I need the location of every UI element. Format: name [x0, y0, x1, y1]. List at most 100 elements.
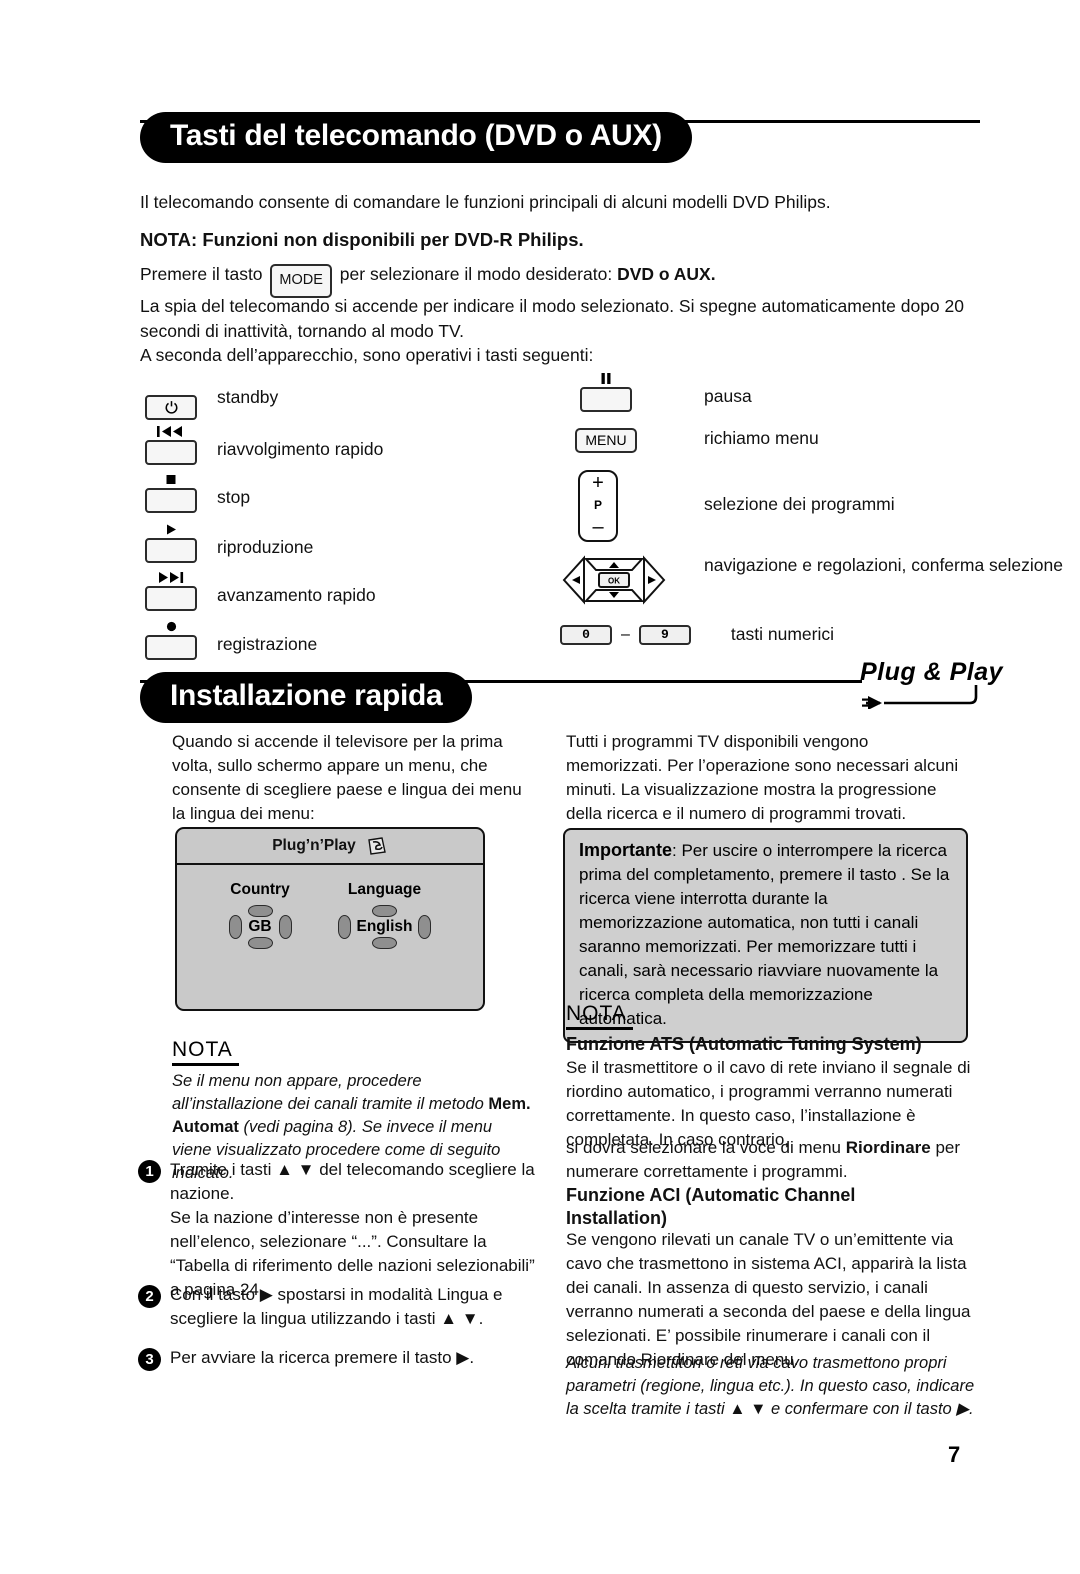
- step-text-1: Tramite i tasti ▲ ▼ del telecomando sceg…: [170, 1160, 535, 1299]
- step-bullet-3: 3: [138, 1348, 161, 1371]
- section-title-remote-keys: Tasti del telecomando (DVD o AUX): [140, 112, 692, 163]
- step-text-2: Con il tasto ▶ spostarsi in modalità Lin…: [170, 1285, 503, 1328]
- p-label: P: [593, 498, 602, 512]
- numeric-key-9[interactable]: 9: [638, 624, 691, 645]
- key-label: richiamo menu: [704, 428, 819, 448]
- nota-bold-line: NOTA: Funzioni non disponibili per DVD-R…: [140, 229, 584, 250]
- power-icon: [165, 401, 177, 414]
- stop-key[interactable]: [135, 471, 207, 513]
- minus-icon: –: [592, 516, 604, 538]
- keys-intro-paragraph: A seconda dell’apparecchio, sono operati…: [140, 345, 594, 365]
- screen-columns: Country GB Language English: [177, 865, 483, 949]
- left-arrow-lens-icon[interactable]: [228, 915, 242, 939]
- up-arrow-lens-icon[interactable]: [371, 905, 397, 917]
- key-label: stop: [217, 487, 251, 507]
- plug-and-play-label: Plug & Play: [860, 658, 1004, 686]
- mode-instruction-line: Premere il tasto MODE per selezionare il…: [140, 262, 1000, 298]
- stop-icon: [165, 471, 178, 488]
- ats-paragraph-b: si dovrà selezionare la voce di menu Rio…: [566, 1136, 984, 1184]
- language-column: Language English: [337, 881, 432, 949]
- ats-text-pre: si dovrà selezionare la voce di menu: [566, 1138, 846, 1157]
- mode-line-bold: DVD o AUX.: [617, 264, 716, 284]
- pages-icon: [367, 837, 386, 855]
- plug-n-play-screen: Plug’n’Play Country GB Language English: [175, 827, 485, 1011]
- nota-heading-left: NOTA: [172, 1038, 239, 1066]
- mode-key[interactable]: MODE: [270, 264, 332, 298]
- mode-line-mid: per selezionare il modo desiderato:: [339, 264, 613, 284]
- key-label: tasti numerici: [730, 624, 834, 644]
- quick-install-left-intro: Quando si accende il televisore per la p…: [172, 732, 522, 823]
- down-arrow-lens-icon[interactable]: [371, 937, 397, 949]
- right-arrow-lens-icon[interactable]: [418, 915, 432, 939]
- key-label: selezione dei programmi: [704, 494, 895, 514]
- mode-line-pre: Premere il tasto: [140, 264, 263, 284]
- left-arrow-lens-icon[interactable]: [337, 915, 351, 939]
- range-dash: –: [621, 625, 630, 643]
- down-arrow-lens-icon[interactable]: [247, 937, 273, 949]
- numeric-key-0[interactable]: 0: [560, 624, 612, 645]
- language-label: Language: [347, 881, 422, 898]
- fast-forward-icon: [157, 569, 185, 586]
- nav-pad-icon[interactable]: OK: [562, 548, 666, 612]
- key-row-record: registrazione: [135, 618, 317, 660]
- country-column: Country GB: [228, 881, 292, 949]
- key-row-play: riproduzione: [135, 521, 313, 563]
- language-value: English: [356, 918, 413, 935]
- record-key[interactable]: [135, 618, 207, 660]
- pause-button[interactable]: [580, 387, 632, 412]
- pause-icon: [599, 370, 613, 387]
- aci-paragraph: Se vengono rilevati un canale TV o un’em…: [566, 1230, 971, 1369]
- play-key[interactable]: [135, 521, 207, 563]
- standby-button[interactable]: [145, 395, 197, 420]
- key-row-navigation: OK navigazione e regolazioni, conferma s…: [562, 548, 1063, 612]
- led-paragraph: La spia del telecomando si accende per i…: [140, 296, 964, 341]
- nota-heading-right: NOTA: [566, 1002, 633, 1030]
- key-row-fast-forward: avanzamento rapido: [135, 569, 376, 611]
- rewind-key[interactable]: [135, 423, 207, 465]
- importante-label: Importante: [579, 840, 673, 860]
- pause-key[interactable]: [570, 370, 642, 412]
- key-label: standby: [217, 387, 279, 407]
- key-label: riavvolgimento rapido: [217, 439, 384, 459]
- intro-paragraph: Il telecomando consente di comandare le …: [140, 192, 831, 212]
- menu-key-cell[interactable]: MENU: [570, 428, 642, 453]
- rewind-icon: [157, 423, 185, 440]
- screen-title: Plug’n’Play: [272, 837, 356, 854]
- up-arrow-lens-icon[interactable]: [247, 905, 273, 917]
- key-row-rewind: riavvolgimento rapido: [135, 423, 383, 465]
- key-label: navigazione e regolazioni, conferma sele…: [704, 555, 1063, 575]
- key-row-standby: standby: [135, 378, 278, 420]
- standby-key[interactable]: [135, 378, 207, 420]
- key-label: registrazione: [217, 634, 318, 654]
- plug-and-play-logo: Plug & Play: [860, 658, 1003, 709]
- key-row-program: + P – selezione dei programmi: [578, 470, 895, 542]
- step-bullet-1: 1: [138, 1160, 161, 1183]
- aci-heading: Funzione ACI (Automatic Channel Installa…: [566, 1185, 856, 1228]
- rewind-button[interactable]: [145, 440, 197, 465]
- key-label: avanzamento rapido: [217, 585, 376, 605]
- key-row-numeric: 0 – 9 tasti numerici: [560, 622, 834, 647]
- fast-forward-button[interactable]: [145, 586, 197, 611]
- section-banner-quick-install: Installazione rapida: [140, 672, 862, 723]
- record-button[interactable]: [145, 635, 197, 660]
- key-row-stop: stop: [135, 471, 250, 513]
- quick-install-right-intro: Tutti i programmi TV disponibili vengono…: [566, 732, 959, 823]
- screen-title-bar: Plug’n’Play: [177, 829, 483, 865]
- step-text-3: Per avviare la ricerca premere il tasto …: [170, 1348, 475, 1367]
- fast-forward-key[interactable]: [135, 569, 207, 611]
- record-icon: [165, 618, 178, 635]
- key-row-menu: MENU richiamo menu: [570, 428, 819, 453]
- stop-button[interactable]: [145, 488, 197, 513]
- right-arrow-lens-icon[interactable]: [278, 915, 292, 939]
- menu-button[interactable]: MENU: [575, 428, 637, 453]
- key-label: pausa: [704, 386, 752, 406]
- nota-text-part1: Se il menu non appare, procedere all’ins…: [172, 1072, 489, 1113]
- play-button[interactable]: [145, 538, 197, 563]
- program-selection-key[interactable]: + P –: [578, 470, 618, 542]
- ats-heading: Funzione ATS (Automatic Tuning System): [566, 1034, 922, 1054]
- play-icon: [164, 521, 178, 538]
- section-banner-remote-keys: Tasti del telecomando (DVD o AUX): [140, 112, 980, 163]
- page-number: 7: [948, 1442, 961, 1467]
- section-title-quick-install: Installazione rapida: [140, 672, 473, 723]
- riordinare-bold: Riordinare: [845, 1138, 931, 1157]
